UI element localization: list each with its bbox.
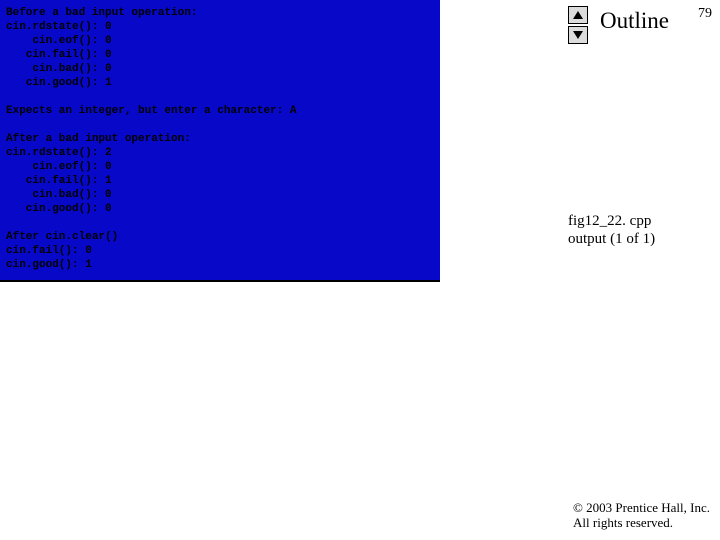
nav-buttons <box>568 6 588 46</box>
figure-reference: fig12_22. cpp output (1 of 1) <box>568 212 655 248</box>
figure-filename: fig12_22. cpp <box>568 212 655 230</box>
nav-up-button[interactable] <box>568 6 588 24</box>
console-output: Before a bad input operation: cin.rdstat… <box>0 0 440 282</box>
console-clear-header: After cin.clear() <box>6 231 118 243</box>
console-row: cin.fail(): 1 <box>6 175 112 187</box>
console-row: cin.eof(): 0 <box>6 161 112 173</box>
outline-heading: Outline <box>600 8 669 34</box>
console-row: cin.rdstate(): 2 <box>6 147 112 159</box>
page-number: 79 <box>698 6 712 22</box>
console-row: cin.rdstate(): 0 <box>6 21 112 33</box>
nav-down-button[interactable] <box>568 26 588 44</box>
console-row: cin.good(): 1 <box>6 77 112 89</box>
console-prompt: Expects an integer, but enter a characte… <box>6 105 296 117</box>
arrow-up-icon <box>572 10 584 20</box>
console-after-header: After a bad input operation: <box>6 133 191 145</box>
console-row: cin.fail(): 0 <box>6 49 112 61</box>
console-row: cin.eof(): 0 <box>6 35 112 47</box>
console-row: cin.good(): 0 <box>6 203 112 215</box>
arrow-down-icon <box>572 30 584 40</box>
copyright-notice: © 2003 Prentice Hall, Inc. All rights re… <box>573 500 710 530</box>
console-row: cin.good(): 1 <box>6 259 92 271</box>
console-before-header: Before a bad input operation: <box>6 7 197 19</box>
copyright-line2: All rights reserved. <box>573 515 710 530</box>
copyright-line1: © 2003 Prentice Hall, Inc. <box>573 500 710 515</box>
console-row: cin.fail(): 0 <box>6 245 92 257</box>
console-row: cin.bad(): 0 <box>6 63 112 75</box>
figure-output-label: output (1 of 1) <box>568 230 655 248</box>
console-row: cin.bad(): 0 <box>6 189 112 201</box>
